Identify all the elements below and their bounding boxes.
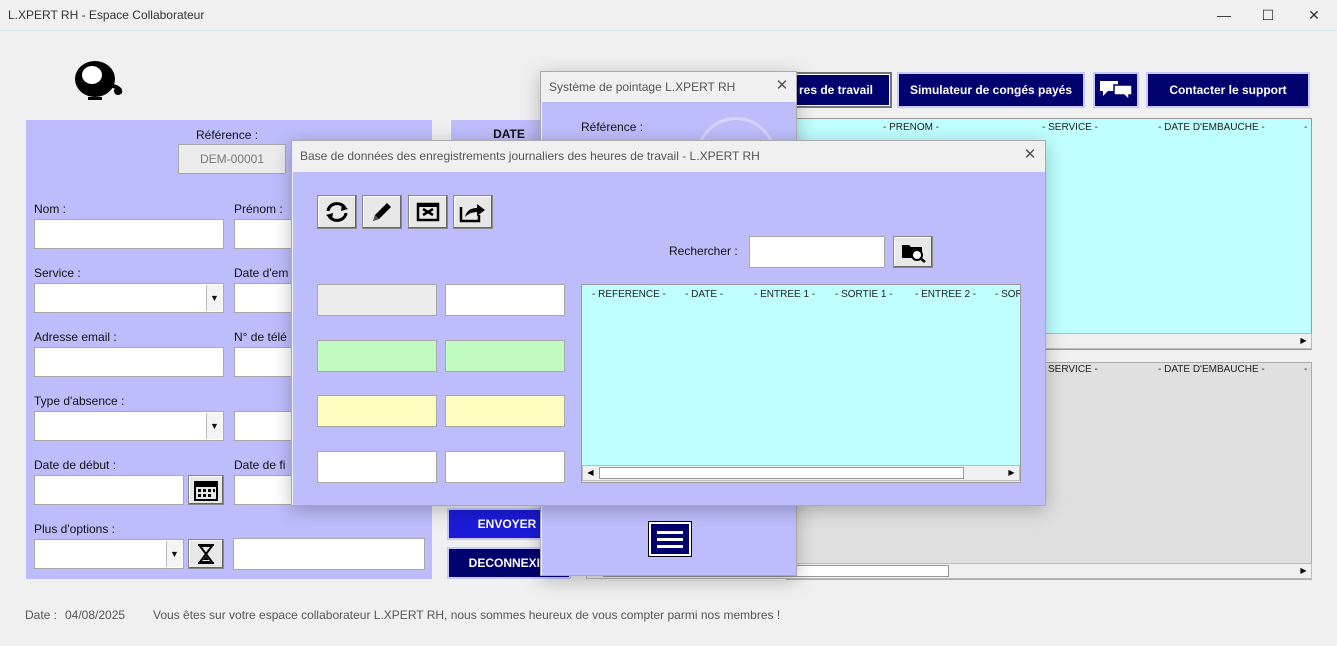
footer-date-label: Date : (25, 608, 58, 622)
records-list[interactable]: - REFERENCE - - DATE - - ENTREE 1 - - SO… (581, 284, 1021, 483)
record-reference-field[interactable] (317, 284, 437, 316)
prenom-label: Prénom : (234, 202, 283, 216)
reference-label: Référence : (196, 128, 259, 142)
email-label: Adresse email : (34, 330, 117, 344)
phone-field[interactable] (234, 347, 294, 377)
search-label: Rechercher : (669, 244, 738, 258)
search-input[interactable] (749, 236, 885, 268)
chevron-down-icon[interactable]: ▼ (206, 413, 222, 439)
refresh-icon[interactable] (317, 195, 357, 229)
reference-field[interactable]: DEM-00001 (178, 144, 286, 174)
calendar-icon[interactable] (188, 475, 224, 505)
records-header: - SOR (995, 289, 1021, 300)
service-label: Service : (34, 266, 81, 280)
record-date-field[interactable] (445, 284, 565, 316)
date-embauche-label: Date d'em (234, 266, 289, 280)
nom-label: Nom : (34, 202, 67, 216)
options-label: Plus d'options : (34, 522, 116, 536)
simulateur-button[interactable]: Simulateur de congés payés (897, 72, 1085, 108)
hourglass-icon[interactable] (188, 539, 224, 569)
list-header: - SERVICE - (1042, 122, 1098, 133)
date-debut-field[interactable] (34, 475, 184, 505)
options-extra-field[interactable] (233, 538, 425, 570)
list-header: - (1304, 122, 1308, 133)
record-sortie2-field[interactable] (445, 395, 565, 427)
maximize-button[interactable]: ☐ (1248, 4, 1288, 26)
absence-extra-field[interactable] (234, 411, 294, 441)
search-folder-icon[interactable] (893, 236, 933, 268)
pointage-dialog-title: Système de pointage L.XPERT RH (549, 80, 736, 94)
absence-label: Type d'absence : (34, 394, 125, 408)
list-header: SERVICE - (1048, 364, 1098, 375)
scroll-thumb[interactable] (599, 467, 964, 479)
list-header: - DATE D'EMBAUCHE - (1158, 122, 1265, 133)
date-fin-field[interactable] (234, 475, 294, 505)
scroll-right-icon[interactable]: ▶ (1004, 466, 1019, 480)
absence-select[interactable]: ▼ (34, 411, 224, 441)
records-header: - REFERENCE - (592, 289, 666, 300)
chat-icon[interactable] (1093, 72, 1139, 108)
date-embauche-field[interactable] (234, 283, 294, 313)
record-extra-field[interactable] (445, 451, 565, 483)
date-fin-label: Date de fi (234, 458, 286, 472)
minimize-button[interactable]: — (1204, 4, 1244, 26)
database-dialog-title: Base de données des enregistrements jour… (300, 149, 760, 163)
prenom-field[interactable] (234, 219, 294, 249)
footer-date-value: 04/08/2025 (65, 608, 126, 622)
record-sortie1-field[interactable] (445, 340, 565, 372)
record-entree1-field[interactable] (317, 340, 437, 372)
scroll-right-icon[interactable]: ▶ (1296, 564, 1311, 578)
scroll-right-icon[interactable]: ▶ (1296, 334, 1311, 348)
headset-icon (70, 55, 130, 105)
footer-message: Vous êtes sur votre espace collaborateur… (153, 608, 781, 622)
records-header: - DATE - (685, 289, 724, 300)
scroll-left-icon[interactable]: ◀ (583, 466, 598, 480)
list-header: - DATE D'EMBAUCHE - (1158, 364, 1265, 375)
list-header: - (1304, 364, 1308, 375)
chevron-down-icon[interactable]: ▼ (206, 285, 222, 311)
service-select[interactable]: ▼ (34, 283, 224, 313)
support-button[interactable]: Contacter le support (1146, 72, 1310, 108)
pointage-reference-label: Référence : (581, 120, 644, 134)
email-field[interactable] (34, 347, 224, 377)
records-list-scrollbar[interactable]: ◀ ▶ (582, 465, 1020, 481)
records-header: - ENTREE 1 - (754, 289, 816, 300)
close-button[interactable]: ✕ (1294, 4, 1334, 26)
record-total-field[interactable] (317, 451, 437, 483)
menu-icon[interactable] (648, 521, 692, 557)
export-icon[interactable] (453, 195, 493, 229)
chevron-down-icon[interactable]: ▼ (166, 541, 182, 567)
list-header: - PRENOM - (883, 122, 940, 133)
date-debut-label: Date de début : (34, 458, 117, 472)
records-header: - ENTREE 2 - (915, 289, 977, 300)
close-icon[interactable]: ✕ (1020, 145, 1040, 165)
title-bar: L.XPERT RH - Espace Collaborateur — ☐ ✕ (0, 0, 1337, 30)
pencil-icon[interactable] (362, 195, 402, 229)
window-title: L.XPERT RH - Espace Collaborateur (8, 8, 205, 22)
record-entree2-field[interactable] (317, 395, 437, 427)
database-dialog: Base de données des enregistrements jour… (291, 140, 1046, 506)
phone-label: N° de télé (234, 330, 287, 344)
nom-field[interactable] (34, 219, 224, 249)
delete-icon[interactable] (408, 195, 448, 229)
options-select[interactable]: ▼ (34, 539, 184, 569)
records-header: - SORTIE 1 - (835, 289, 893, 300)
close-icon[interactable]: ✕ (772, 76, 792, 96)
